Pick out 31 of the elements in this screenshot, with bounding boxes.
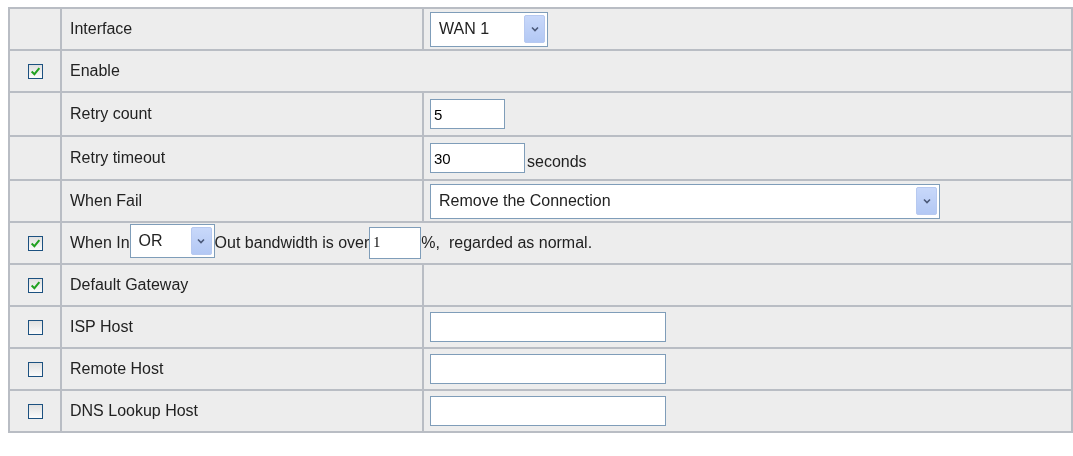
field-label: Retry count [70, 105, 152, 122]
dropdown[interactable]: Remove the Connection [430, 183, 940, 219]
input-field[interactable]: 30 [430, 143, 525, 173]
input-field[interactable]: 5 [430, 99, 505, 129]
chevron-down-icon [524, 15, 545, 43]
field-label: Default Gateway [70, 276, 189, 293]
input-field[interactable] [430, 354, 666, 384]
checkbox[interactable] [27, 64, 43, 80]
checkbox[interactable] [27, 404, 43, 420]
checkbox[interactable] [27, 236, 43, 252]
input-field[interactable] [430, 396, 666, 426]
checkbox[interactable] [27, 362, 43, 378]
dropdown[interactable]: WAN 1 [430, 11, 548, 47]
checkbox[interactable] [27, 278, 43, 294]
field-label: When Fail [70, 192, 143, 209]
field-label: Retry timeout [70, 149, 166, 166]
chevron-down-icon [916, 187, 937, 215]
field-label: When In [70, 234, 130, 252]
chevron-down-icon [190, 227, 212, 255]
field-label: DNS Lookup Host [70, 402, 199, 419]
field-label: Enable [70, 62, 120, 79]
checkbox[interactable] [27, 320, 43, 336]
field-label: Remote Host [70, 360, 164, 377]
dropdown[interactable]: OR [129, 224, 215, 258]
field-label: Out bandwidth is over [214, 234, 370, 252]
field-label: Interface [70, 20, 133, 37]
unit-label: seconds [527, 153, 587, 171]
input-field[interactable]: 1 [369, 227, 422, 259]
field-label: %, regarded as normal. [421, 234, 593, 252]
field-label: ISP Host [70, 318, 133, 335]
input-field[interactable] [430, 312, 666, 342]
